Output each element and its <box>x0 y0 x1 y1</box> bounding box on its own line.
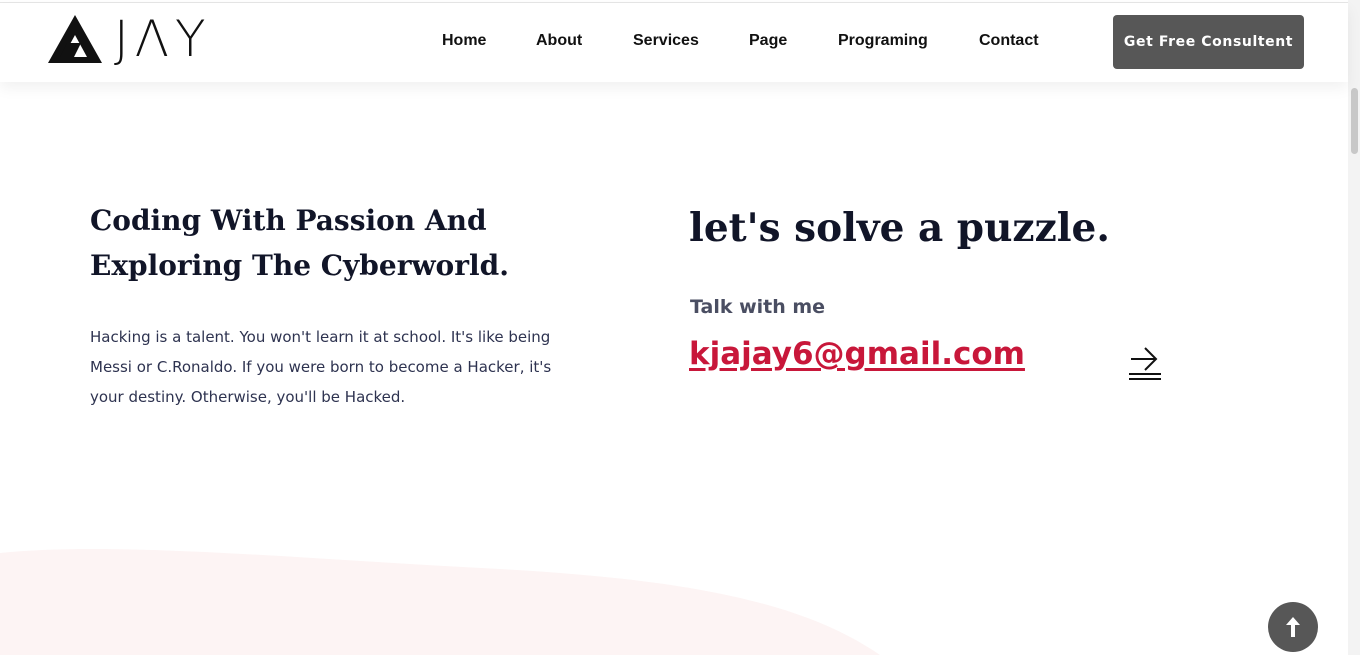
get-free-consultent-button[interactable]: Get Free Consultent <box>1113 15 1304 69</box>
scrollbar-thumb[interactable] <box>1351 88 1358 154</box>
talk-with-me-label: Talk with me <box>690 296 826 318</box>
nav-home[interactable]: Home <box>442 32 486 50</box>
decorative-background-shape <box>0 549 880 655</box>
intro-headline: Coding With Passion And Exploring The Cy… <box>90 204 509 282</box>
nav-page[interactable]: Page <box>749 32 787 50</box>
email-link[interactable]: kjajay6@gmail.com <box>689 336 1025 372</box>
nav-about[interactable]: About <box>536 32 582 50</box>
nav-services[interactable]: Services <box>633 32 699 50</box>
contact-headline: let's solve a puzzle. <box>689 205 1110 251</box>
arrow-up-icon <box>1286 617 1300 637</box>
site-header: JΛY Home About Services Page Programing … <box>0 3 1348 82</box>
nav-programing[interactable]: Programing <box>838 32 928 50</box>
arrow-right-icon[interactable] <box>1127 343 1163 383</box>
nav-contact[interactable]: Contact <box>979 32 1039 50</box>
scroll-to-top-button[interactable] <box>1268 602 1318 652</box>
intro-body-text: Hacking is a talent. You won't learn it … <box>90 328 552 406</box>
